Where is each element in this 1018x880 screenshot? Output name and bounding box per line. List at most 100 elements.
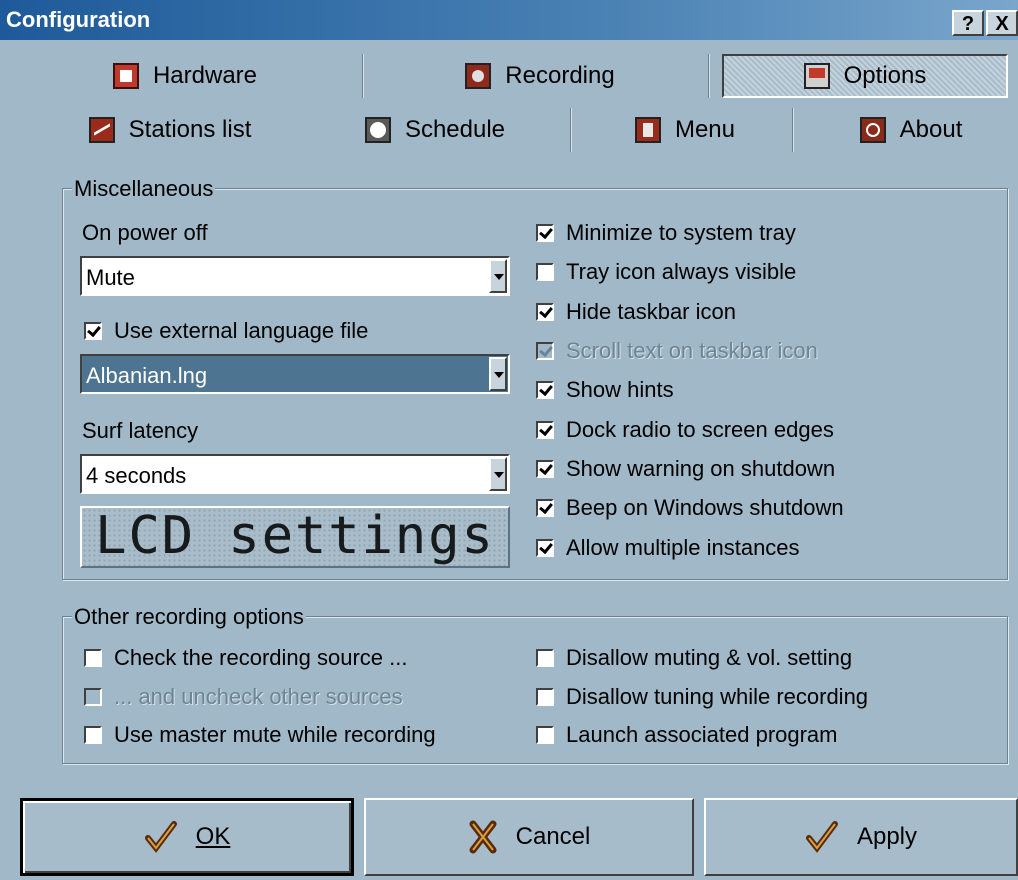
tab-recording-label: Recording [505,62,615,89]
option-check-recording-source[interactable]: Check the recording source ... [84,645,407,671]
lcd-settings-button[interactable]: LCD settings [80,506,510,568]
option-disallow-muting[interactable]: Disallow muting & vol. setting [536,645,852,671]
use-language-file-checkbox[interactable]: Use external language file [84,318,368,344]
tab-menu[interactable]: Menu [610,110,760,150]
tab-schedule[interactable]: Schedule [340,110,530,150]
tab-about[interactable]: About [836,110,986,150]
checkbox-box [536,342,554,360]
tab-menu-label: Menu [674,116,736,143]
tab-schedule-label: Schedule [404,116,506,143]
checkbox-box[interactable] [84,649,102,667]
cancel-button[interactable]: Cancel [364,798,694,876]
option-dock-radio[interactable]: Dock radio to screen edges [536,417,834,443]
tab-separator [570,108,572,152]
title-bar: Configuration ? X [0,0,1018,40]
misc-group-legend: Miscellaneous [72,176,216,202]
option-disallow-tuning[interactable]: Disallow tuning while recording [536,684,868,710]
tab-separator [792,108,794,152]
option-multiple-instances[interactable]: Allow multiple instances [536,535,800,561]
option-scroll-taskbar-text: Scroll text on taskbar icon [536,338,818,364]
option-label: Show warning on shutdown [566,456,836,481]
option-label: ... and uncheck other sources [114,684,403,709]
tab-hardware-label: Hardware [152,62,258,89]
ok-button[interactable]: OK [20,798,354,876]
close-button[interactable]: X [986,10,1018,36]
option-label: Launch associated program [566,722,838,747]
option-label: Tray icon always visible [566,259,797,284]
help-button[interactable]: ? [952,10,984,36]
option-tray-icon-visible[interactable]: Tray icon always visible [536,259,796,285]
checkbox-box [84,688,102,706]
option-label: Minimize to system tray [566,220,796,245]
checkbox-box[interactable] [536,263,554,281]
checkbox-box[interactable] [536,499,554,517]
checkbox-box[interactable] [84,726,102,744]
stations-list-icon [88,117,115,143]
checkbox-box[interactable] [536,224,554,242]
language-file-value: Albanian.lng [86,363,208,388]
ok-label: OK [195,823,231,850]
tab-options-label: Options [843,62,927,89]
options-icon [803,63,830,89]
language-file-select[interactable]: Albanian.lng [80,354,510,394]
option-label: Use master mute while recording [114,722,436,747]
schedule-icon [364,117,391,143]
about-icon [859,117,886,143]
on-power-off-select[interactable]: Mute [80,256,510,296]
tab-stations-list-label: Stations list [128,116,252,143]
option-label: Disallow tuning while recording [566,684,869,709]
chevron-down-icon[interactable] [489,259,507,293]
option-warning-shutdown[interactable]: Show warning on shutdown [536,456,835,482]
apply-check-icon [805,821,838,853]
cancel-label: Cancel [515,823,591,850]
cancel-x-icon [469,820,497,854]
option-label: Disallow muting & vol. setting [566,645,853,670]
chevron-down-icon[interactable] [489,457,507,491]
window-title: Configuration [6,7,151,32]
recording-icon [465,63,492,89]
option-master-mute[interactable]: Use master mute while recording [84,722,436,748]
checkbox-box[interactable] [536,688,554,706]
tab-options[interactable]: Options [722,54,1008,98]
tab-separator [362,54,364,98]
option-label: Scroll text on taskbar icon [566,338,818,363]
option-uncheck-other-sources: ... and uncheck other sources [84,684,403,710]
option-label: Beep on Windows shutdown [566,495,844,520]
option-label: Hide taskbar icon [566,299,736,324]
checkbox-box[interactable] [536,421,554,439]
tab-recording[interactable]: Recording [380,56,700,96]
option-label: Allow multiple instances [566,535,800,560]
option-launch-program[interactable]: Launch associated program [536,722,838,748]
option-show-hints[interactable]: Show hints [536,377,674,403]
lcd-settings-label: LCD settings [95,506,495,566]
apply-label: Apply [856,823,918,850]
recording-options-legend: Other recording options [72,604,306,630]
option-label: Dock radio to screen edges [566,417,834,442]
surf-latency-select[interactable]: 4 seconds [80,454,510,494]
surf-latency-value: 4 seconds [86,463,187,488]
hardware-icon [112,63,139,89]
apply-button[interactable]: Apply [704,798,1018,876]
tab-stations-list[interactable]: Stations list [60,110,280,150]
menu-icon [634,117,661,143]
option-beep-shutdown[interactable]: Beep on Windows shutdown [536,495,844,521]
on-power-off-value: Mute [86,265,135,290]
option-hide-taskbar-icon[interactable]: Hide taskbar icon [536,299,736,325]
use-language-file-label: Use external language file [114,318,369,343]
option-minimize-to-tray[interactable]: Minimize to system tray [536,220,796,246]
checkbox-box[interactable] [536,460,554,478]
tab-separator [708,54,710,98]
on-power-off-label: On power off [82,220,208,245]
tab-about-label: About [899,116,963,143]
option-label: Check the recording source ... [114,645,408,670]
checkbox-box[interactable] [536,649,554,667]
tab-hardware[interactable]: Hardware [20,56,350,96]
surf-latency-label: Surf latency [82,418,199,443]
checkbox-box[interactable] [536,303,554,321]
chevron-down-icon[interactable] [489,357,507,391]
checkbox-box[interactable] [536,726,554,744]
checkbox-box[interactable] [536,381,554,399]
checkbox-box[interactable] [536,539,554,557]
checkbox-box[interactable] [84,322,102,340]
ok-check-icon [144,821,177,853]
